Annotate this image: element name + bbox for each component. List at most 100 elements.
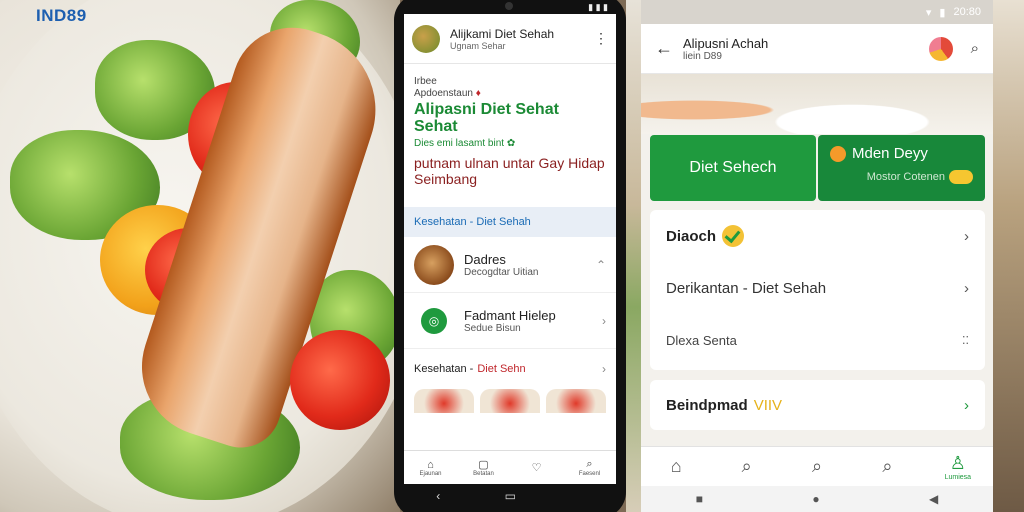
profile-icon: ♙ [949,452,966,473]
app-bar: ← Alipusni Achah liein D89 ⌕ [641,24,993,74]
list-item[interactable]: Derikantan - Diet Sehah › [650,262,985,314]
label-small: Apdoenstaun ♦ [414,88,481,99]
system-nav: ■ ● ◀ [641,486,993,512]
nav-chat[interactable]: ▢ Betatan [457,451,510,484]
diet-card[interactable]: Diet Sehech [650,135,816,201]
hero-title: Alipasni Diet Sehat Sehat [414,101,559,135]
app-bar: Alijkami Diet Sehah Ugnam Sehar ⋮ [404,14,616,64]
label-small: Irbee [414,76,437,87]
back-arrow-icon[interactable]: ← [655,38,683,59]
heart-icon: ♡ [531,462,542,474]
app-title: Alipusni Achah [683,35,769,51]
food-tile [546,389,606,413]
chevron-right-icon: › [964,227,969,245]
promo-accent: VIIV [753,396,783,414]
check-icon [722,225,745,247]
nav-search[interactable]: ⌕ Faesenl [563,451,616,484]
nav-favorites[interactable]: ♡ [510,451,563,484]
battery-icon: ▮ [939,6,946,19]
leaf-icon: ♦ [475,88,481,99]
menu-list: Diaoch › Derikantan - Diet Sehah › Dlexa… [650,210,985,370]
card-title: Mden Deyy [852,145,928,162]
chat-icon: ◎ [421,307,447,334]
search-icon: ⌕ [741,456,752,476]
list-item[interactable]: Diaoch › [650,210,985,262]
search-icon: ⌕ [586,458,593,470]
back-icon[interactable]: ◀ [929,492,938,506]
nav-explore[interactable]: ⌕ [782,447,852,486]
list-item-label: Derikantan - Diet Sehah [666,279,827,297]
food-photo-edge [993,0,1024,512]
nav-profile[interactable]: ♙ Lumiesa [923,447,993,486]
home-icon[interactable]: ▭ [505,489,516,503]
hero-description: putnam ulnan untar Gay Hidap Seimbang [414,155,605,187]
more-icon[interactable]: ⋮ [594,30,608,47]
list-item-title: Dadres [464,251,506,267]
chat-icon: ▢ [478,459,489,471]
action-cards: Diet Sehech Mden Deyy Mostor Cotenen [650,135,985,201]
status-icons: ▮ ▮ ▮ [588,2,608,12]
grid-icon: ⁚⁚ [962,334,969,347]
chevron-up-icon: ⌃ [595,257,606,272]
brand-logo: IND89 [36,6,87,25]
app-title: Alijkami Diet Sehah [450,26,555,41]
list-item[interactable]: ◎ Fadmant Hielep Sedue Bisun › [404,293,616,349]
system-nav: ‹ ▭ [404,484,616,508]
list-item-subtitle: Sedue Bisun [464,322,521,334]
chevron-right-icon: › [964,279,969,297]
nav-home[interactable]: ⌂ [641,447,711,486]
status-bar: ▾ ▮ 20:80 [641,0,993,24]
food-photo-strip [626,0,641,512]
leaf-icon: ✿ [506,138,516,149]
list-item-subtitle: Decogdtar Uitian [464,266,539,278]
avatar[interactable] [928,36,953,61]
list-item-accent: Diet Sehn [477,363,526,375]
food-tile [480,389,540,413]
list-item[interactable]: Dlexa Senta ⁚⁚ [650,314,985,366]
chevron-right-icon: › [964,396,969,414]
back-icon[interactable]: ‹ [436,489,440,503]
nav-search[interactable]: ⌕ [711,447,781,486]
badge-icon [830,145,846,162]
home-icon[interactable]: ● [812,492,819,506]
phone-screen: Alijkami Diet Sehah Ugnam Sehar ⋮ Irbee … [404,14,616,484]
chevron-right-icon: › [602,362,606,376]
hero-note: Dies emi lasamt bint ✿ [414,138,516,149]
app-subtitle: liein D89 [683,50,722,62]
hero-section: Irbee Apdoenstaun ♦ Alipasni Diet Sehat … [404,64,616,193]
promo-card[interactable]: Beindpmad VIIV › [650,380,985,430]
bottom-nav: ⌂ Ejaunan ▢ Betatan ♡ ⌕ Faesenl [404,450,616,484]
home-icon: ⌂ [427,458,434,471]
list-item[interactable]: Dadres Decogdtar Uitian ⌃ [404,237,616,293]
card-subtitle: Mostor Cotenen [866,170,945,183]
chevron-right-icon: › [602,313,606,328]
avatar[interactable] [412,24,440,53]
nav-home[interactable]: ⌂ Ejaunan [404,451,457,484]
recents-icon[interactable]: ■ [696,492,703,506]
search-icon: ⌕ [811,456,823,476]
list-item-label: Dlexa Senta [666,332,737,348]
app-subtitle: Ugnam Sehar [450,40,506,51]
toggle-icon [949,170,973,184]
food-tile [414,389,474,413]
search-icon[interactable]: ⌕ [971,40,979,57]
right-app-screen: ▾ ▮ 20:80 ← Alipusni Achah liein D89 ⌕ Di… [641,0,993,512]
food-photo: IND89 [0,0,400,512]
search-icon: ⌕ [882,456,893,476]
food-strip [404,389,616,413]
promo-title: Beindpmad [666,396,748,414]
list-item-label: Diaoch [666,227,717,245]
signal-icon: ▾ [925,6,932,19]
header-photo [641,74,993,134]
nav-discover[interactable]: ⌕ [852,447,922,486]
list-item[interactable]: Kesehatan - Diet Sehn › [404,349,616,389]
plan-card[interactable]: Mden Deyy Mostor Cotenen [818,135,985,201]
bottom-nav: ⌂ ⌕ ⌕ ⌕ ♙ Lumiesa [641,446,993,486]
list-item-title: Fadmant Hielep [464,307,556,323]
list-item-label: Kesehatan - [414,363,474,375]
phone-mockup: ▮ ▮ ▮ Alijkami Diet Sehah Ugnam Sehar ⋮ … [394,0,626,512]
food-thumbnail [414,244,454,285]
section-chip[interactable]: Kesehatan - Diet Sehah [404,207,616,237]
recents-icon[interactable] [580,489,583,503]
tomato [290,330,390,430]
